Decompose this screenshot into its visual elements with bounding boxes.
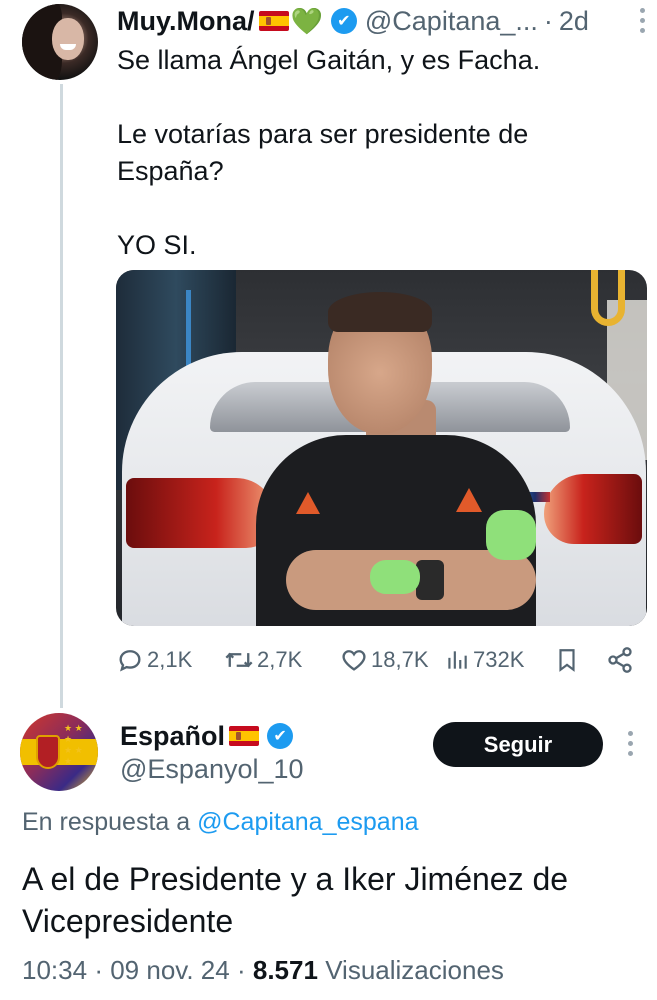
- avatar[interactable]: [22, 4, 98, 80]
- separator-dot: ·: [543, 5, 553, 36]
- verified-badge-icon[interactable]: ✔: [330, 8, 357, 34]
- views-button[interactable]: 732K: [444, 640, 524, 680]
- retweet-icon: [225, 652, 253, 668]
- tweet-text: Se llama Ángel Gaitán, y es Facha. Le vo…: [117, 42, 637, 264]
- tweet-line: YO SI.: [117, 230, 197, 260]
- reply-mention-link[interactable]: @Capitana_espana: [197, 808, 418, 836]
- verified-badge-icon[interactable]: ✔: [267, 723, 294, 749]
- follow-button[interactable]: Seguir: [433, 722, 603, 767]
- display-name[interactable]: Español ✔: [120, 718, 294, 754]
- tweet-actions: 2,1K 2,7K 18,7K 732K: [116, 640, 636, 680]
- retweet-count: 2,7K: [257, 647, 303, 672]
- green-heart-icon: 💚: [290, 6, 323, 36]
- share-button[interactable]: [606, 640, 634, 680]
- tweet-meta: 10:34 · 09 nov. 24 · 8.571 Visualizacion…: [22, 955, 504, 986]
- reply-button[interactable]: 2,1K: [116, 640, 192, 680]
- tweet-date[interactable]: 09 nov. 24: [110, 955, 230, 985]
- more-options-icon[interactable]: [627, 731, 633, 756]
- display-name-text: Español: [120, 720, 226, 751]
- display-name[interactable]: Muy.Mona/: [117, 6, 255, 37]
- more-options-icon[interactable]: [639, 8, 645, 33]
- bookmark-button[interactable]: [554, 640, 580, 680]
- tweet-header: Muy.Mona/ 💚 ✔ @Capitana_... · 2d: [117, 4, 637, 38]
- tweet-text: A el de Presidente y a Iker Jiménez de V…: [22, 861, 569, 939]
- analytics-icon: [448, 651, 467, 669]
- reply-context: En respuesta a @Capitana_espana: [22, 808, 419, 837]
- tweet-time[interactable]: 10:34: [22, 955, 87, 985]
- spain-flag-icon: [229, 726, 260, 746]
- thread-connector-line: [60, 84, 63, 708]
- avatar[interactable]: ★ ★ ★ ★ ★ ★: [20, 713, 98, 791]
- separator-dot: ·: [94, 955, 103, 985]
- separator-dot: ·: [236, 955, 246, 985]
- reply-prefix: En respuesta a: [22, 808, 191, 836]
- like-button[interactable]: 18,7K: [340, 640, 429, 680]
- spain-flag-icon: [258, 11, 289, 31]
- view-count: 732K: [473, 647, 525, 672]
- views-count: 8.571: [252, 955, 318, 985]
- reply-icon: [119, 650, 141, 672]
- bookmark-icon: [559, 649, 575, 672]
- tweet-photo[interactable]: [116, 270, 647, 626]
- tweet-age[interactable]: 2d: [559, 6, 589, 37]
- heart-icon: [342, 650, 366, 671]
- like-count: 18,7K: [371, 647, 429, 672]
- user-handle[interactable]: @Capitana_...: [365, 6, 538, 37]
- retweet-button[interactable]: 2,7K: [224, 640, 302, 680]
- reply-count: 2,1K: [147, 647, 193, 672]
- tweet-line: España?: [117, 156, 224, 186]
- share-icon: [608, 647, 632, 673]
- tweet-line: Le votarías para ser presidente de: [117, 119, 529, 149]
- tweet-line: Se llama Ángel Gaitán, y es Facha.: [117, 45, 541, 75]
- user-handle[interactable]: @Espanyol_10: [120, 754, 304, 785]
- views-label: Visualizaciones: [325, 955, 504, 985]
